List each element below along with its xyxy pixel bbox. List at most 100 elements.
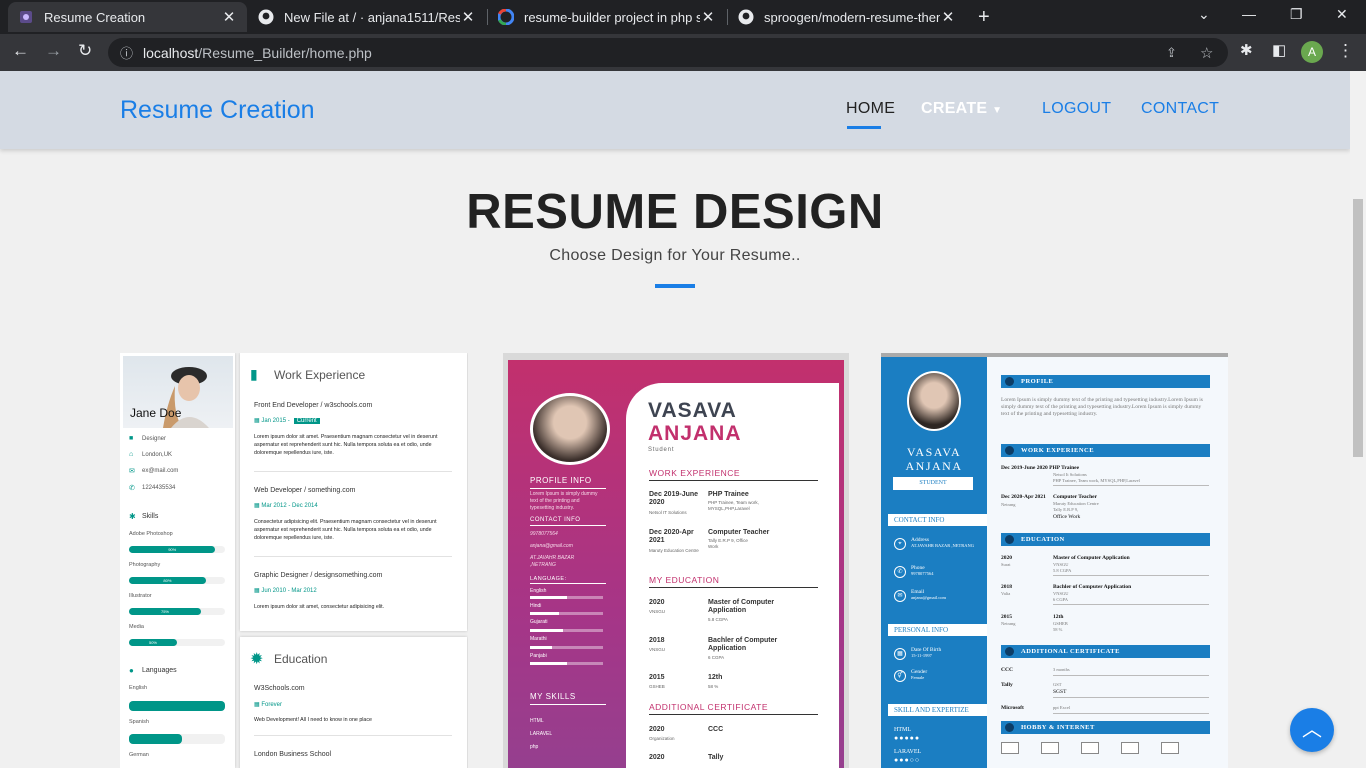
- suitcase-icon: ▮: [250, 366, 258, 382]
- education-year: 2018: [1001, 584, 1012, 590]
- page-scrollbar[interactable]: [1350, 71, 1366, 768]
- current-tag: Current: [293, 418, 320, 424]
- heading-text: PROFILE: [1021, 378, 1054, 385]
- forward-arrow-icon[interactable]: →: [45, 41, 62, 61]
- brand-logo[interactable]: Resume Creation: [120, 96, 315, 125]
- tab-title: New File at / · anjana1511/Resum: [284, 9, 460, 25]
- new-tab-button[interactable]: +: [978, 6, 990, 29]
- education-title: Master of Computer Application: [708, 599, 775, 614]
- profile-avatar[interactable]: A: [1301, 41, 1323, 63]
- heading-text: Languages: [142, 667, 177, 674]
- heading-text: HOBBY & INTERNET: [1021, 724, 1095, 731]
- resume-template-1-card[interactable]: Jane Doe ■ Designer ⌂ London,UK ✉ ex@mail.c…: [120, 353, 468, 768]
- certificate-org: Organization: [649, 736, 675, 741]
- language-bar-fill: [530, 596, 567, 599]
- nav-logout-link[interactable]: LOGOUT: [1042, 100, 1111, 118]
- url-path: /Resume_Builder/home.php: [198, 44, 372, 61]
- education-detail: 6 CGPA: [1053, 597, 1068, 602]
- education-place: Netrang: [1001, 621, 1016, 626]
- language-bar-fill: [530, 629, 563, 632]
- minimize-button[interactable]: —: [1242, 6, 1256, 22]
- bookmark-star-icon[interactable]: ☆: [1200, 44, 1213, 62]
- profile-heading-bar: PROFILE: [1001, 375, 1210, 388]
- info-text: 1224435534: [142, 485, 176, 491]
- title-divider: [655, 284, 695, 288]
- underline: [530, 704, 606, 705]
- restore-button[interactable]: ❐: [1290, 6, 1303, 23]
- languages-heading: ● Languages: [129, 666, 177, 675]
- close-window-button[interactable]: ✕: [1336, 6, 1348, 23]
- education-title: Bachler of Computer Application: [708, 637, 778, 652]
- education-year: 2018: [649, 637, 665, 644]
- skill-bar: 90%: [129, 546, 225, 553]
- skill-label: Adobe Photoshop: [129, 531, 173, 537]
- template1-sidebar: Jane Doe ■ Designer ⌂ London,UK ✉ ex@mail.c…: [120, 353, 235, 768]
- job-title: Front End Developer / w3schools.com: [254, 402, 373, 409]
- education-year: 2015: [649, 674, 665, 681]
- skill-text: php: [530, 744, 539, 750]
- heading-text: ADDITIONAL CERTIFICATE: [1021, 648, 1120, 655]
- skill-bar: 75%: [129, 608, 225, 615]
- nav-home-link[interactable]: HOME: [846, 100, 895, 118]
- tab-google-search[interactable]: resume-builder project in php so ✕: [488, 2, 726, 32]
- back-arrow-icon[interactable]: ←: [12, 41, 29, 61]
- skill-bar-fill: 80%: [129, 577, 206, 584]
- resume-last-name: ANJANA: [905, 459, 963, 473]
- scrollbar-thumb[interactable]: [1353, 199, 1363, 457]
- close-tab-icon[interactable]: ✕: [460, 8, 476, 26]
- work-years: Dec 2020-Apr 2021: [649, 529, 694, 544]
- contact-email: Email anjana@gmail.com: [911, 589, 946, 601]
- skills-heading: MY SKILLS: [530, 692, 576, 701]
- nav-create-dropdown[interactable]: CREATE ▼: [921, 100, 1002, 118]
- tab-search-chevron-icon[interactable]: ⌄: [1198, 6, 1210, 23]
- language-heading: LANGUAGE:: [530, 576, 567, 582]
- scroll-to-top-button[interactable]: ︿: [1290, 708, 1334, 752]
- job-title: Graphic Designer / designsomething.com: [254, 572, 383, 579]
- work-row: Dec 2019-June 2020 PHP Trainee: [1001, 465, 1079, 472]
- tab-title: Resume Creation: [44, 9, 146, 25]
- nav-contact-link[interactable]: CONTACT: [1141, 100, 1219, 118]
- tab-strip: Resume Creation ✕ New File at / · anjana…: [0, 0, 1366, 34]
- side-panel-icon[interactable]: ◧: [1272, 41, 1286, 59]
- certificate-icon: ✹: [250, 651, 264, 668]
- resume-template-3-card[interactable]: VASAVA ANJANA STUDENT CONTACT INFO ⌖ Add…: [881, 353, 1228, 768]
- certificate-title: CCC: [708, 726, 724, 733]
- share-icon[interactable]: ⇪: [1166, 45, 1177, 61]
- section-underline: [649, 714, 818, 715]
- work-heading-bar: WORK EXPERIENCE: [1001, 444, 1210, 457]
- education-heading-bar: EDUCATION: [1001, 533, 1210, 546]
- work-desc: Tally E.R.P 9,: [1053, 507, 1079, 512]
- education-year: 2020: [649, 599, 665, 606]
- close-tab-icon[interactable]: ✕: [940, 8, 956, 26]
- browser-menu-icon[interactable]: ⋮: [1337, 41, 1354, 61]
- divider: [1053, 604, 1209, 605]
- date-text: Forever: [261, 702, 283, 708]
- address-bar[interactable]: ⓘ localhost/Resume_Builder/home.php ⇪ ☆: [108, 38, 1228, 67]
- github-icon: [738, 9, 754, 25]
- tab-resume-creation[interactable]: Resume Creation ✕: [8, 2, 247, 32]
- close-tab-icon[interactable]: ✕: [700, 8, 716, 26]
- resume-template-2-card[interactable]: PROFILE INFO Lorem Ipsum is simply dummy…: [503, 353, 849, 768]
- skill-bar-fill: 90%: [129, 546, 216, 553]
- work-title: Computer Teacher: [708, 529, 770, 536]
- close-tab-icon[interactable]: ✕: [221, 8, 237, 26]
- browser-chrome: Resume Creation ✕ New File at / · anjana…: [0, 0, 1366, 71]
- caret-down-icon: ▼: [992, 105, 1003, 116]
- tab-github-new-file[interactable]: New File at / · anjana1511/Resum ✕: [248, 2, 486, 32]
- extensions-puzzle-icon[interactable]: ✱: [1240, 41, 1253, 59]
- certificate-name: CCC: [1001, 667, 1013, 673]
- contact-value: 9978077564: [911, 571, 934, 576]
- info-text: London,UK: [142, 451, 173, 458]
- date-text: Jan 2015 -: [261, 418, 290, 424]
- divider: [1053, 485, 1209, 486]
- page-subtitle: Choose Design for Your Resume..: [549, 247, 801, 264]
- info-icon[interactable]: ⓘ: [120, 43, 133, 62]
- education-year: 2020: [1001, 555, 1012, 561]
- contact-phone: Phone 9978077564: [911, 565, 934, 577]
- contact-heading: CONTACT INFO: [888, 514, 987, 526]
- certificate-detail: 3 months: [1053, 667, 1070, 672]
- reload-icon[interactable]: ↻: [78, 41, 92, 61]
- tab-github-theme[interactable]: sproogen/modern-resume-theme ✕: [728, 2, 966, 32]
- skill-label: Media: [129, 624, 144, 630]
- hobby-image: [1161, 742, 1179, 754]
